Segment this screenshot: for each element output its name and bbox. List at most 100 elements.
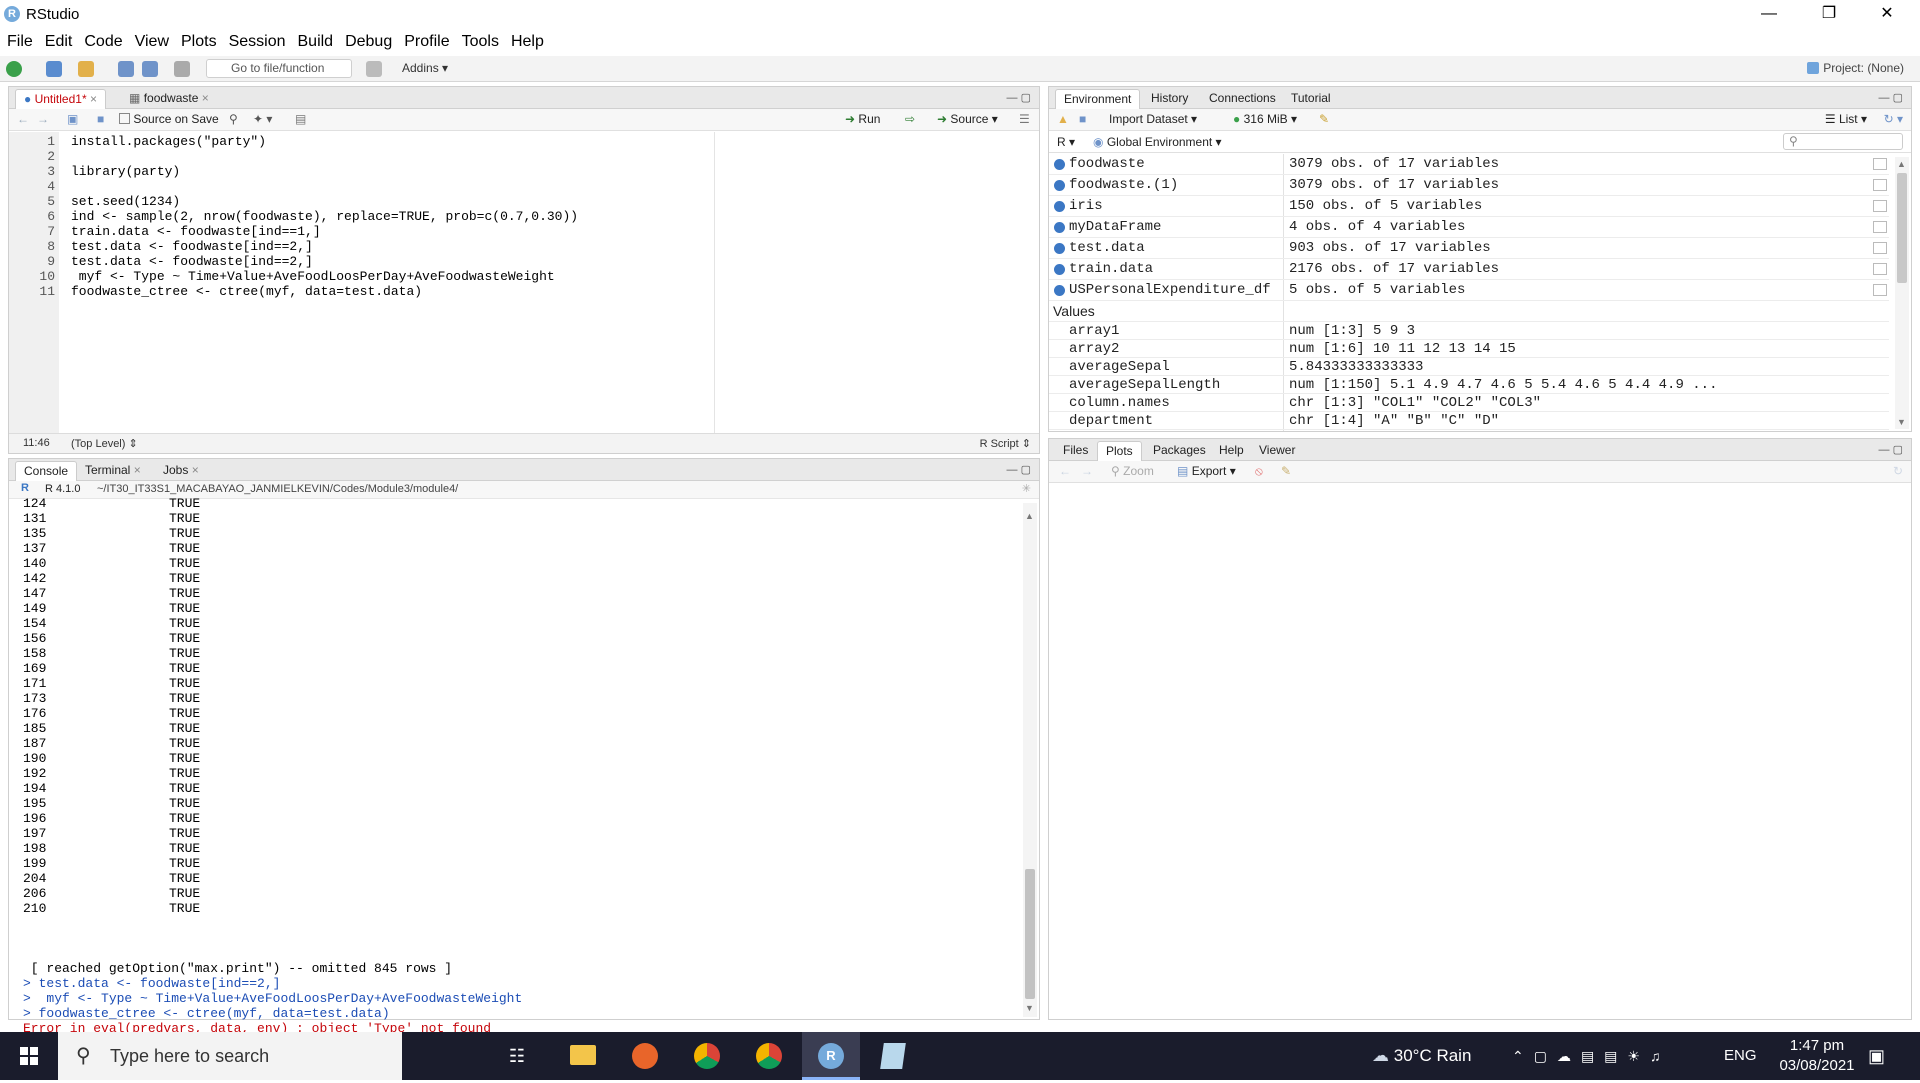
language-selector[interactable]: R ▾: [1057, 135, 1075, 149]
clear-console-icon[interactable]: ✳: [1022, 482, 1031, 495]
pane-minmax-icons[interactable]: — ▢: [1879, 443, 1903, 456]
console-output[interactable]: 124 TRUE 131 TRUE 135 TRUE 137 TRUE 140 TRUE 142 TR…: [9, 496, 1019, 1051]
minimize-button[interactable]: —: [1746, 0, 1792, 28]
menu-build[interactable]: Build: [292, 28, 340, 56]
addins-menu[interactable]: Addins ▾: [402, 61, 448, 75]
menu-debug[interactable]: Debug: [339, 28, 398, 56]
code-line[interactable]: train.data <- foodwaste[ind==1,]: [71, 224, 321, 239]
environment-data-row[interactable]: test.data 903 obs. of 17 variables: [1049, 238, 1889, 259]
search-icon[interactable]: ⚲: [229, 112, 238, 126]
firefox-icon[interactable]: [616, 1032, 674, 1080]
expand-arrow-icon[interactable]: [1054, 180, 1065, 191]
code-line[interactable]: ind <- sample(2, nrow(foodwaste), replac…: [71, 209, 578, 224]
menu-plots[interactable]: Plots: [175, 28, 223, 56]
open-file-icon[interactable]: [78, 61, 94, 77]
expand-arrow-icon[interactable]: [1054, 222, 1065, 233]
restore-button[interactable]: ❐: [1806, 0, 1852, 28]
save-icon[interactable]: ■: [97, 112, 104, 126]
close-icon[interactable]: ×: [202, 91, 209, 105]
menu-code[interactable]: Code: [78, 28, 128, 56]
environment-data-row[interactable]: foodwaste 3079 obs. of 17 variables: [1049, 154, 1889, 175]
environment-data-row[interactable]: iris 150 obs. of 5 variables: [1049, 196, 1889, 217]
expand-arrow-icon[interactable]: [1054, 201, 1065, 212]
run-button[interactable]: ➜ Run: [845, 112, 880, 126]
tab-plots[interactable]: Plots: [1097, 441, 1142, 461]
grid-layout-icon[interactable]: [366, 61, 382, 77]
tab-foodwaste[interactable]: ▦ foodwaste ×: [121, 89, 217, 109]
forward-arrow-icon[interactable]: →: [37, 112, 49, 126]
tab-files[interactable]: Files: [1055, 441, 1096, 461]
chrome-profile-icon[interactable]: [740, 1032, 798, 1080]
console-scrollbar-thumb[interactable]: [1025, 869, 1035, 999]
view-table-icon[interactable]: [1873, 284, 1887, 296]
environment-value-row[interactable]: averageSepal 5.84333333333333: [1049, 358, 1889, 376]
scroll-up-icon[interactable]: ▲: [1897, 159, 1906, 169]
expand-arrow-icon[interactable]: [1054, 243, 1065, 254]
import-dataset-button[interactable]: Import Dataset ▾: [1109, 112, 1197, 126]
outline-icon[interactable]: ☰: [1019, 112, 1030, 126]
environment-value-row[interactable]: array1 num [1:3] 5 9 3: [1049, 322, 1889, 340]
code-line[interactable]: myf <- Type ~ Time+Value+AveFoodLoosPerD…: [71, 269, 555, 284]
tab-connections[interactable]: Connections: [1201, 89, 1284, 109]
weather-widget[interactable]: ☁ 30°C Rain: [1372, 1032, 1471, 1080]
broom-icon[interactable]: ✎: [1319, 112, 1329, 126]
menu-edit[interactable]: Edit: [39, 28, 79, 56]
compile-report-icon[interactable]: ▤: [295, 112, 306, 126]
view-table-icon[interactable]: [1873, 242, 1887, 254]
notes-app-icon[interactable]: [864, 1032, 922, 1080]
scroll-up-icon[interactable]: ▲: [1025, 511, 1034, 521]
code-line[interactable]: set.seed(1234): [71, 194, 180, 209]
notification-icon[interactable]: ▣: [1868, 1032, 1885, 1080]
code-line[interactable]: install.packages("party"): [71, 134, 266, 149]
tab-help[interactable]: Help: [1211, 441, 1252, 461]
close-icon[interactable]: ×: [90, 92, 97, 106]
system-tray-icons[interactable]: ⌃▢☁▤▤☀♫: [1512, 1032, 1670, 1080]
environment-scrollbar-thumb[interactable]: [1897, 173, 1907, 283]
clock[interactable]: 1:47 pm 03/08/2021: [1772, 1036, 1862, 1076]
close-icon[interactable]: ×: [134, 463, 141, 477]
new-project-icon[interactable]: [46, 61, 62, 77]
view-table-icon[interactable]: [1873, 221, 1887, 233]
expand-arrow-icon[interactable]: [1054, 285, 1065, 296]
save-all-icon[interactable]: [142, 61, 158, 77]
task-view-icon[interactable]: ☷: [488, 1032, 546, 1080]
file-type-selector[interactable]: R Script ⇕: [980, 437, 1031, 450]
save-workspace-icon[interactable]: ■: [1079, 112, 1086, 126]
remove-plot-icon[interactable]: ⦸: [1255, 464, 1263, 479]
broom-icon[interactable]: ✎: [1281, 464, 1291, 478]
rerun-icon[interactable]: ⇨: [905, 112, 915, 126]
tab-terminal[interactable]: Terminal ×: [77, 461, 149, 481]
environment-scrollbar[interactable]: ▲ ▼: [1895, 157, 1909, 429]
view-table-icon[interactable]: [1873, 200, 1887, 212]
view-table-icon[interactable]: [1873, 158, 1887, 170]
file-explorer-icon[interactable]: [554, 1032, 612, 1080]
environment-data-row[interactable]: foodwaste.(1) 3079 obs. of 17 variables: [1049, 175, 1889, 196]
project-menu[interactable]: Project: (None): [1807, 61, 1904, 75]
environment-search-input[interactable]: ⚲: [1783, 133, 1903, 150]
code-line[interactable]: test.data <- foodwaste[ind==2,]: [71, 239, 313, 254]
next-plot-icon[interactable]: →: [1081, 464, 1093, 478]
tab-packages[interactable]: Packages: [1145, 441, 1214, 461]
menu-file[interactable]: File: [0, 28, 39, 56]
refresh-icon[interactable]: ↻ ▾: [1884, 112, 1903, 126]
tab-history[interactable]: History: [1143, 89, 1196, 109]
source-on-save-checkbox[interactable]: Source on Save: [119, 112, 219, 126]
code-line[interactable]: test.data <- foodwaste[ind==2,]: [71, 254, 313, 269]
environment-value-row[interactable]: department chr [1:4] "A" "B" "C" "D": [1049, 412, 1889, 430]
code-editor[interactable]: 1 2 3 4 5 6 7 8 9 10 11 install.packages("party") l…: [9, 132, 1039, 442]
previous-plot-icon[interactable]: ←: [1059, 464, 1071, 478]
print-icon[interactable]: [174, 61, 190, 77]
tab-tutorial[interactable]: Tutorial: [1283, 89, 1339, 109]
menu-view[interactable]: View: [129, 28, 175, 56]
rstudio-taskbar-icon[interactable]: R: [802, 1032, 860, 1080]
scope-selector[interactable]: (Top Level) ⇕: [71, 437, 138, 450]
load-workspace-icon[interactable]: ▲: [1057, 112, 1069, 126]
new-file-icon[interactable]: [6, 61, 22, 77]
export-button[interactable]: ▤ Export ▾: [1177, 464, 1236, 478]
show-in-window-icon[interactable]: ▣: [67, 112, 78, 126]
input-language[interactable]: ENG: [1724, 1032, 1757, 1080]
environment-value-row[interactable]: column.names chr [1:3] "COL1" "COL2" "COL…: [1049, 394, 1889, 412]
environment-value-row[interactable]: array2 num [1:6] 10 11 12 13 14 15: [1049, 340, 1889, 358]
scope-environment-selector[interactable]: ◉ Global Environment ▾: [1093, 135, 1222, 149]
console-scrollbar[interactable]: ▲ ▼: [1023, 503, 1037, 1017]
